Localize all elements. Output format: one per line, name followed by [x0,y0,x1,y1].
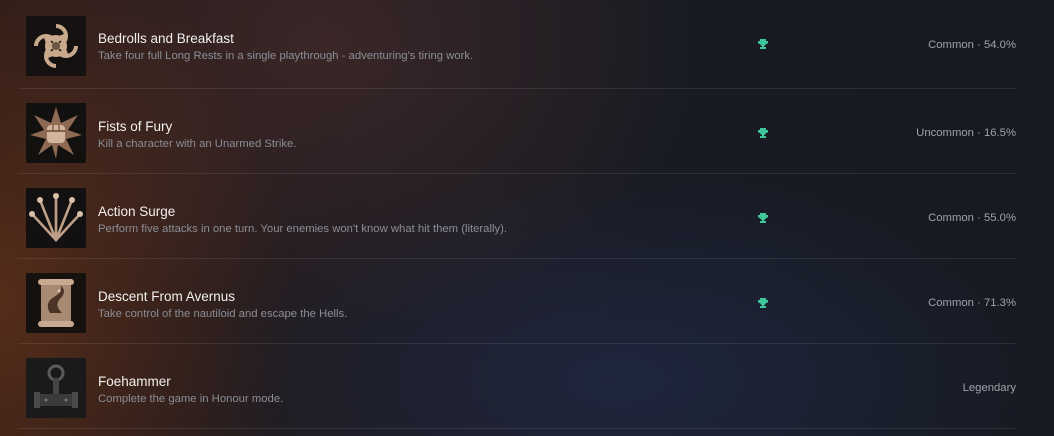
achievement-row[interactable]: Descent From Avernus Take control of the… [18,259,1016,344]
achievement-title: Descent From Avernus [98,289,236,304]
honour-hammer-icon [26,358,86,418]
spiked-fist-icon [26,103,86,163]
achievement-title: Fists of Fury [98,119,173,134]
trophy-icon [758,39,768,49]
achievement-title: Bedrolls and Breakfast [98,31,234,46]
achievement-row[interactable]: Bedrolls and Breakfast Take four full Lo… [18,0,1016,89]
rarity-label: Legendary [962,382,1016,394]
achievement-description: Take four full Long Rests in a single pl… [98,50,474,62]
scroll-dragon-icon [26,273,86,333]
achievement-row[interactable]: Fists of Fury Kill a character with an U… [18,89,1016,174]
rarity-label: Uncommon · 16.5% [916,127,1016,139]
achievement-title: Action Surge [98,204,176,219]
trophy-icon [758,128,768,138]
rarity-label: Common · 71.3% [928,297,1016,309]
achievement-description: Perform five attacks in one turn. Your e… [98,223,508,235]
achievement-description: Complete the game in Honour mode. [98,393,284,405]
trophy-icon [758,298,768,308]
trophy-icon [758,213,768,223]
rarity-label: Common · 54.0% [928,39,1016,51]
rarity-label: Common · 55.0% [928,212,1016,224]
achievement-row[interactable]: Foehammer Complete the game in Honour mo… [18,344,1016,429]
five-swords-icon [26,188,86,248]
swirl-rings-icon [26,16,86,76]
achievement-title: Foehammer [98,374,171,389]
achievement-row[interactable]: Action Surge Perform five attacks in one… [18,174,1016,259]
achievement-list: Bedrolls and Breakfast Take four full Lo… [18,0,1016,429]
achievement-description: Kill a character with an Unarmed Strike. [98,138,297,150]
achievement-description: Take control of the nautiloid and escape… [98,308,348,320]
